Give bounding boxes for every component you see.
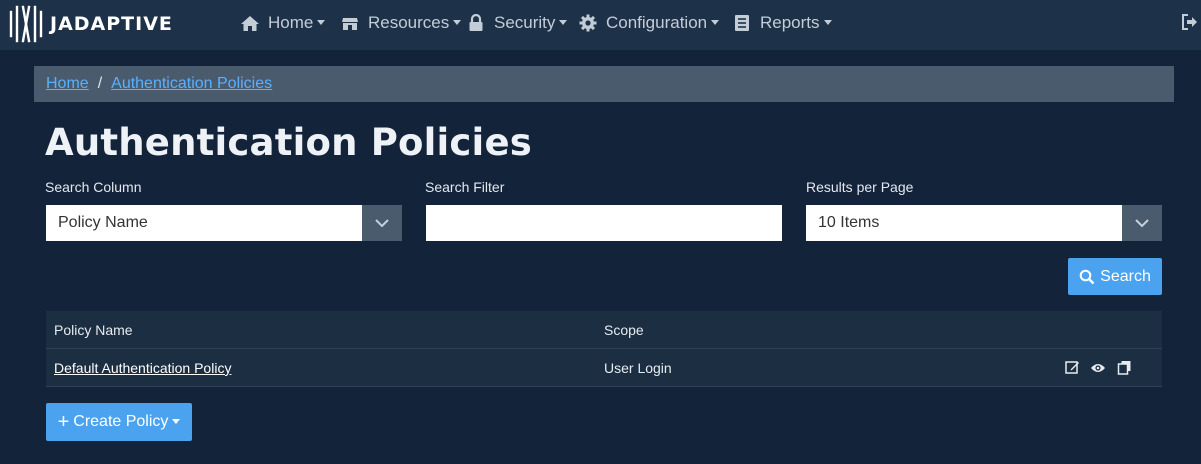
gear-icon: [578, 14, 598, 32]
nav-reports-label: Reports: [760, 13, 820, 32]
nav-resources[interactable]: Resources: [340, 0, 462, 46]
top-navbar: JADAPTIVE Home Resources Security Config…: [0, 0, 1201, 50]
plus-icon: +: [57, 411, 70, 433]
chevron-down-icon: [453, 19, 462, 25]
jadaptive-logo-icon: [9, 5, 43, 43]
search-icon: [1079, 269, 1095, 284]
home-icon: [240, 14, 260, 32]
policy-name-link[interactable]: Default Authentication Policy: [54, 360, 231, 376]
nav-resources-label: Resources: [368, 13, 450, 32]
table-row: Default Authentication Policy User Login: [46, 349, 1162, 387]
results-per-page-select[interactable]: 10 Items: [806, 205, 1162, 241]
search-filter-input[interactable]: [426, 205, 782, 241]
results-per-page-label: Results per Page: [806, 179, 914, 195]
logout-icon[interactable]: [1181, 13, 1199, 31]
chevron-down-icon[interactable]: [362, 205, 402, 241]
brand-name: JADAPTIVE: [50, 13, 173, 35]
policies-table: Policy Name Scope Default Authentication…: [46, 311, 1162, 387]
reports-icon: [732, 14, 752, 32]
nav-security-label: Security: [494, 13, 556, 32]
view-icon[interactable]: [1090, 360, 1106, 376]
nav-home-label: Home: [268, 13, 314, 32]
search-column-value: Policy Name: [58, 214, 148, 231]
create-policy-label: Create Policy: [73, 413, 169, 430]
column-header-scope[interactable]: Scope: [604, 322, 644, 338]
resources-icon: [340, 14, 360, 32]
chevron-down-icon: [559, 19, 568, 25]
column-header-policy-name[interactable]: Policy Name: [54, 322, 133, 338]
brand-logo[interactable]: JADAPTIVE: [8, 4, 173, 44]
breadcrumb-current-link[interactable]: Authentication Policies: [111, 75, 272, 93]
breadcrumb-home-link[interactable]: Home: [46, 75, 89, 93]
search-filter-label: Search Filter: [425, 179, 505, 195]
chevron-down-icon[interactable]: [1122, 205, 1162, 241]
breadcrumb: Home / Authentication Policies: [34, 66, 1174, 102]
nav-home[interactable]: Home: [240, 0, 326, 46]
nav-configuration-label: Configuration: [606, 13, 708, 32]
page-title: Authentication Policies: [45, 121, 532, 164]
row-actions: [1064, 360, 1132, 376]
breadcrumb-separator: /: [97, 75, 103, 92]
chevron-down-icon: [172, 418, 181, 424]
search-column-label: Search Column: [45, 179, 142, 195]
nav-reports[interactable]: Reports: [732, 0, 832, 46]
lock-icon: [466, 14, 486, 32]
chevron-down-icon: [711, 19, 720, 25]
chevron-down-icon: [823, 19, 832, 25]
copy-icon[interactable]: [1116, 360, 1132, 376]
results-per-page-value: 10 Items: [818, 214, 880, 231]
edit-icon[interactable]: [1064, 360, 1080, 376]
chevron-down-icon: [317, 19, 326, 25]
nav-security[interactable]: Security: [466, 0, 568, 46]
search-button-label: Search: [1100, 267, 1151, 285]
policy-scope: User Login: [604, 359, 672, 376]
search-column-select[interactable]: Policy Name: [46, 205, 402, 241]
search-button[interactable]: Search: [1068, 258, 1162, 295]
nav-configuration[interactable]: Configuration: [578, 0, 720, 46]
create-policy-button[interactable]: + Create Policy: [46, 403, 192, 441]
table-header: Policy Name Scope: [46, 311, 1162, 349]
